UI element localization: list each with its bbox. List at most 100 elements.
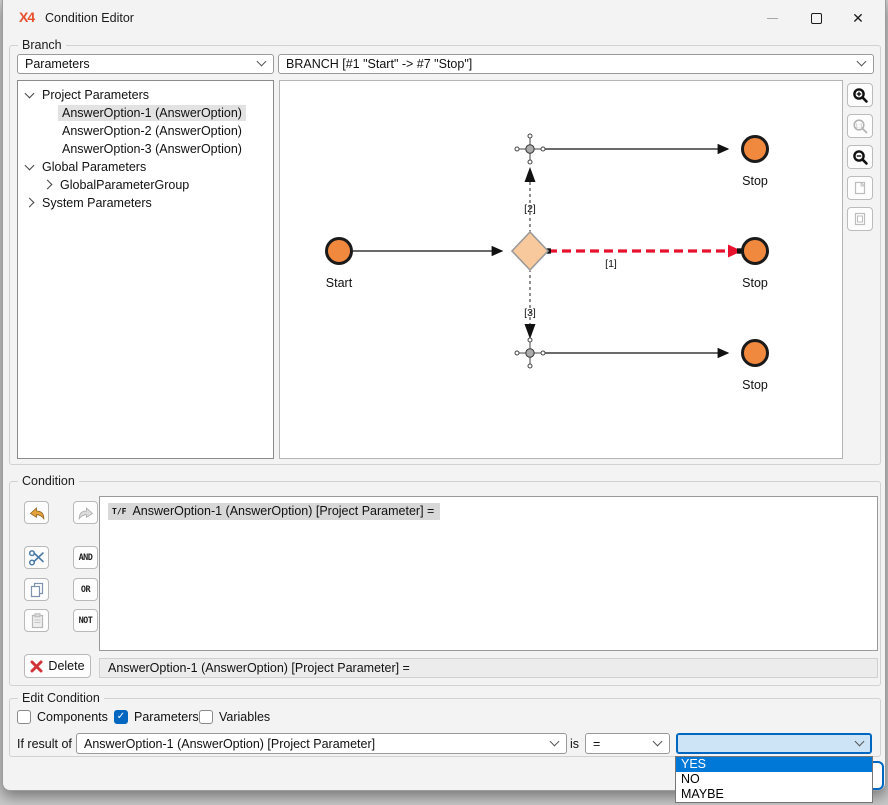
parameters-checkbox[interactable]: ✓ Parameters [114,710,199,724]
zoom-in-icon [852,87,869,104]
branch-select[interactable]: BRANCH [#1 "Start" -> #7 "Stop"] [278,54,874,74]
flow-diagram: Start Stop Stop Stop [1] [280,81,842,458]
condition-expression-area[interactable]: T/F AnswerOption-1 (AnswerOption) [Proje… [99,496,878,651]
tree-item-global-parameters[interactable]: Global Parameters [26,158,146,175]
condition-expression-text: AnswerOption-1 (AnswerOption) [Project P… [132,504,434,518]
branch-group-label: Branch [18,38,66,52]
tree-item-label: System Parameters [42,196,152,210]
dropdown-option-no[interactable]: NO [676,772,872,787]
result-parameter-value: AnswerOption-1 (AnswerOption) [Project P… [84,737,375,751]
operator-select[interactable]: = [585,733,670,754]
paste-button[interactable] [24,609,49,632]
fit-selection-icon [852,211,868,227]
condition-expression-chip[interactable]: T/F AnswerOption-1 (AnswerOption) [Proje… [108,503,440,520]
branch-mode-select[interactable]: Parameters [17,54,274,74]
title-bar: X4 Condition Editor ✕ [3,0,885,36]
is-label: is [570,737,579,751]
condition-group: Condition AND [9,481,881,686]
components-checkbox-label: Components [37,710,108,724]
junction-marker-bottom[interactable] [515,338,545,368]
chevron-down-icon [653,736,663,746]
decision-diamond[interactable] [512,232,548,270]
maximize-button[interactable] [795,4,837,32]
close-icon: ✕ [852,11,864,25]
junction-marker-top[interactable] [515,134,545,164]
chevron-collapsed-icon[interactable] [25,198,35,208]
close-button[interactable]: ✕ [837,4,879,32]
parameter-tree: Project Parameters AnswerOption-1 (Answe… [17,80,274,459]
tree-item-answeroption-3[interactable]: AnswerOption-3 (AnswerOption) [62,140,242,157]
edit-condition-group: Edit Condition Components ✓ Parameters V… [9,698,881,757]
chevron-down-icon [855,736,865,746]
svg-text:Stop: Stop [742,378,768,392]
branch-mode-value: Parameters [25,57,90,71]
redo-button[interactable] [73,501,98,524]
components-checkbox[interactable]: Components [17,710,108,724]
dropdown-option-yes[interactable]: YES [676,757,872,772]
stop-node-middle[interactable]: Stop [742,239,768,291]
chevron-expanded-icon[interactable] [25,160,35,170]
copy-icon [29,582,45,598]
chevron-expanded-icon[interactable] [25,88,35,98]
svg-text:Stop: Stop [742,174,768,188]
variables-checkbox-label: Variables [219,710,270,724]
zoom-out-button[interactable] [847,145,873,169]
tree-item-project-parameters[interactable]: Project Parameters [26,86,149,103]
delete-button[interactable]: Delete [24,654,91,678]
tree-item-globalparametergroup[interactable]: GlobalParameterGroup [44,176,189,193]
undo-icon [28,505,46,521]
zoom-out-icon [852,149,869,166]
condition-summary-field: AnswerOption-1 (AnswerOption) [Project P… [99,658,878,678]
chevron-collapsed-icon[interactable] [43,180,53,190]
stop-node-bottom[interactable]: Stop [742,341,768,393]
condition-editor-window: X4 Condition Editor ✕ Branch Parameters … [2,0,886,791]
cut-button[interactable] [24,546,49,569]
start-node[interactable]: Start [326,239,353,291]
variables-checkbox[interactable]: Variables [199,710,270,724]
edge-3-label: [3] [524,307,536,319]
checkbox-unchecked-icon[interactable] [199,710,213,724]
value-select[interactable] [676,733,872,754]
dropdown-option-maybe[interactable]: MAYBE [676,787,872,802]
redo-icon [77,505,95,521]
zoom-in-button[interactable] [847,83,873,107]
chevron-down-icon [550,736,560,746]
maximize-icon [811,13,822,24]
checkbox-unchecked-icon[interactable] [17,710,31,724]
fit-selection-button[interactable] [847,207,873,231]
minimize-button[interactable] [751,4,793,32]
zoom-actual-size-button[interactable]: 1:1 [847,114,873,138]
paste-icon [29,613,45,629]
and-button-label: AND [79,553,93,563]
not-button[interactable]: NOT [73,609,98,632]
chevron-down-icon [857,57,867,67]
boolean-type-icon: T/F [112,507,126,516]
and-button[interactable]: AND [73,546,98,569]
delete-button-label: Delete [48,659,84,673]
condition-group-label: Condition [18,474,79,488]
svg-text:Start: Start [326,276,353,290]
delete-x-icon [30,660,43,673]
parameters-checkbox-label: Parameters [134,710,199,724]
x4-logo-icon: X4 [19,9,34,25]
condition-summary-text: AnswerOption-1 (AnswerOption) [Project P… [108,661,410,675]
svg-text:Stop: Stop [742,276,768,290]
svg-text:1:1: 1:1 [855,123,863,129]
copy-button[interactable] [24,578,49,601]
checkbox-checked-icon[interactable]: ✓ [114,710,128,724]
edge-1-selected[interactable] [546,245,743,258]
branch-diagram-canvas[interactable]: Start Stop Stop Stop [1] [279,80,843,459]
edit-condition-group-label: Edit Condition [18,691,104,705]
result-parameter-select[interactable]: AnswerOption-1 (AnswerOption) [Project P… [76,733,567,754]
or-button[interactable]: OR [73,578,98,601]
window-title: Condition Editor [45,11,134,25]
tree-item-answeroption-1[interactable]: AnswerOption-1 (AnswerOption) [58,104,246,121]
undo-button[interactable] [24,501,49,524]
fit-page-button[interactable] [847,176,873,200]
scissors-icon [28,550,45,566]
stop-node-top[interactable]: Stop [742,137,768,189]
tree-item-label-selected: AnswerOption-1 (AnswerOption) [58,105,246,121]
tree-item-system-parameters[interactable]: System Parameters [26,194,152,211]
or-button-label: OR [81,585,90,595]
tree-item-answeroption-2[interactable]: AnswerOption-2 (AnswerOption) [62,122,242,139]
